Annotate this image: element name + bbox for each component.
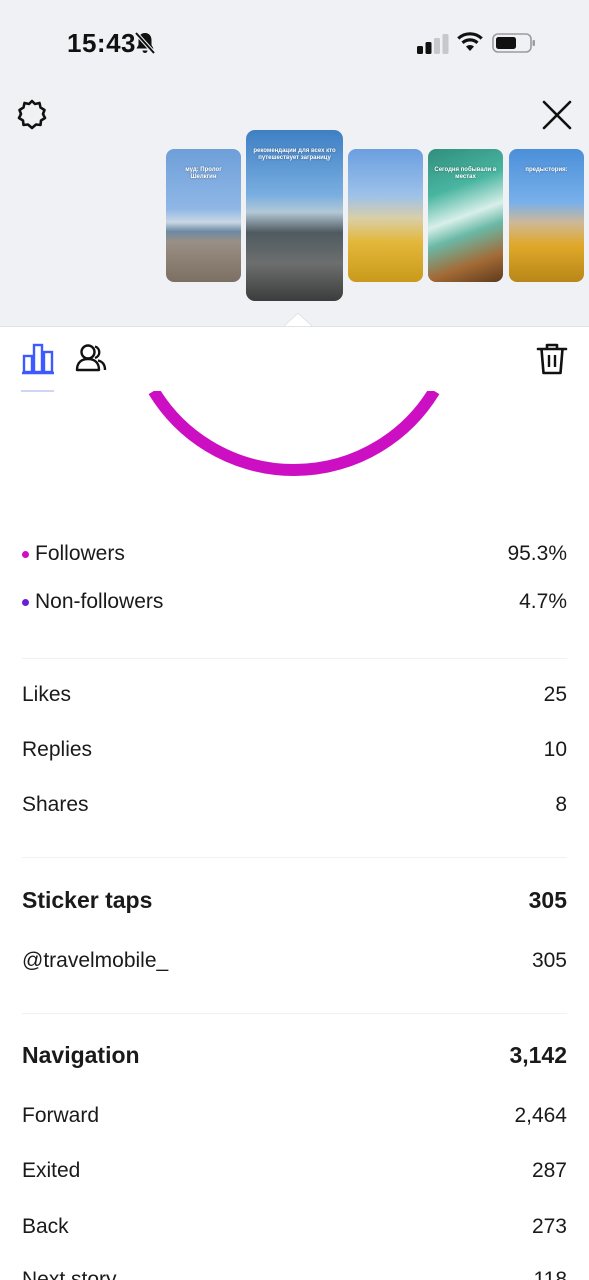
section-total: 305 [528, 887, 567, 913]
navigation-row-forward: Forward 2,464 [22, 1104, 567, 1128]
trash-icon[interactable] [536, 341, 568, 377]
metric-row-shares: Shares 8 [22, 793, 567, 817]
audience-donut-chart [148, 391, 440, 476]
sticker-row[interactable]: @travelmobile_ 305 [22, 949, 567, 973]
metric-value: 8 [555, 793, 567, 816]
navigation-row-next-story: Next story 118 [22, 1268, 567, 1280]
story-thumbnail[interactable]: предыстория: [509, 149, 584, 282]
silent-bell-icon [134, 31, 156, 55]
section-divider [22, 857, 567, 858]
metric-value: 25 [543, 683, 567, 706]
sticker-taps-header: Sticker taps 305 [22, 887, 567, 914]
navigation-row-exited: Exited 287 [22, 1159, 567, 1183]
metric-value: 118 [533, 1268, 567, 1280]
metric-label: Back [22, 1215, 69, 1238]
story-thumbnail[interactable]: Сегодня побывали в местах [428, 149, 503, 282]
sticker-value: 305 [531, 949, 567, 972]
metric-label: Exited [22, 1159, 81, 1182]
audience-label: Non-followers [35, 590, 164, 613]
section-divider [22, 658, 567, 659]
audience-value: 95.3% [507, 542, 567, 565]
audience-row-followers: Followers 95.3% [22, 542, 567, 566]
metric-row-likes: Likes 25 [22, 683, 567, 707]
battery-icon [492, 33, 535, 53]
section-title: Navigation [22, 1042, 140, 1068]
story-thumbnail-strip: муд: Пролог Шелкгин рекомендации для все… [0, 128, 589, 308]
story-thumbnail[interactable] [348, 149, 423, 282]
people-icon[interactable] [74, 342, 108, 376]
metric-value: 10 [543, 738, 567, 761]
close-icon[interactable] [540, 98, 574, 132]
donut-followers-slice [148, 391, 440, 476]
non-followers-legend-dot [22, 598, 29, 606]
metric-label: Likes [22, 683, 72, 706]
bar-chart-icon[interactable] [22, 342, 54, 376]
wifi-icon [457, 32, 483, 51]
selection-pointer [283, 312, 313, 327]
navigation-header: Navigation 3,142 [22, 1042, 567, 1069]
cellular-signal-icon [417, 34, 449, 54]
metric-value: 2,464 [514, 1104, 567, 1127]
insights-tab-bar [0, 326, 589, 392]
metric-label: Shares [22, 793, 89, 816]
story-preview-header: 15:43 муд: Пролог Шелкгин рекомендации д… [0, 0, 589, 327]
audience-value: 4.7% [519, 590, 567, 613]
navigation-row-back: Back 273 [22, 1215, 567, 1239]
gear-icon[interactable] [15, 98, 49, 132]
sticker-label: @travelmobile_ [22, 949, 169, 972]
audience-row-non-followers: Non-followers 4.7% [22, 590, 567, 614]
status-time: 15:43 [67, 28, 136, 58]
metric-label: Forward [22, 1104, 100, 1127]
section-total: 3,142 [509, 1042, 567, 1068]
metric-label: Next story [22, 1268, 117, 1280]
story-caption: муд: Пролог Шелкгин [185, 167, 222, 180]
story-caption: рекомендации для всех кто путешествует з… [253, 148, 336, 161]
status-bar: 15:43 [0, 0, 589, 88]
story-thumbnail[interactable]: муд: Пролог Шелкгин [166, 149, 241, 282]
section-divider [22, 1013, 567, 1014]
audience-label: Followers [35, 542, 125, 565]
metric-label: Replies [22, 738, 93, 761]
metric-value: 273 [531, 1215, 567, 1238]
section-title: Sticker taps [22, 887, 153, 913]
story-caption: Сегодня побывали в местах [434, 167, 497, 180]
followers-legend-dot [22, 550, 29, 558]
metric-row-replies: Replies 10 [22, 738, 567, 762]
metric-value: 287 [531, 1159, 567, 1182]
story-caption: предыстория: [525, 167, 568, 173]
story-thumbnail-selected[interactable]: рекомендации для всех кто путешествует з… [246, 130, 343, 301]
